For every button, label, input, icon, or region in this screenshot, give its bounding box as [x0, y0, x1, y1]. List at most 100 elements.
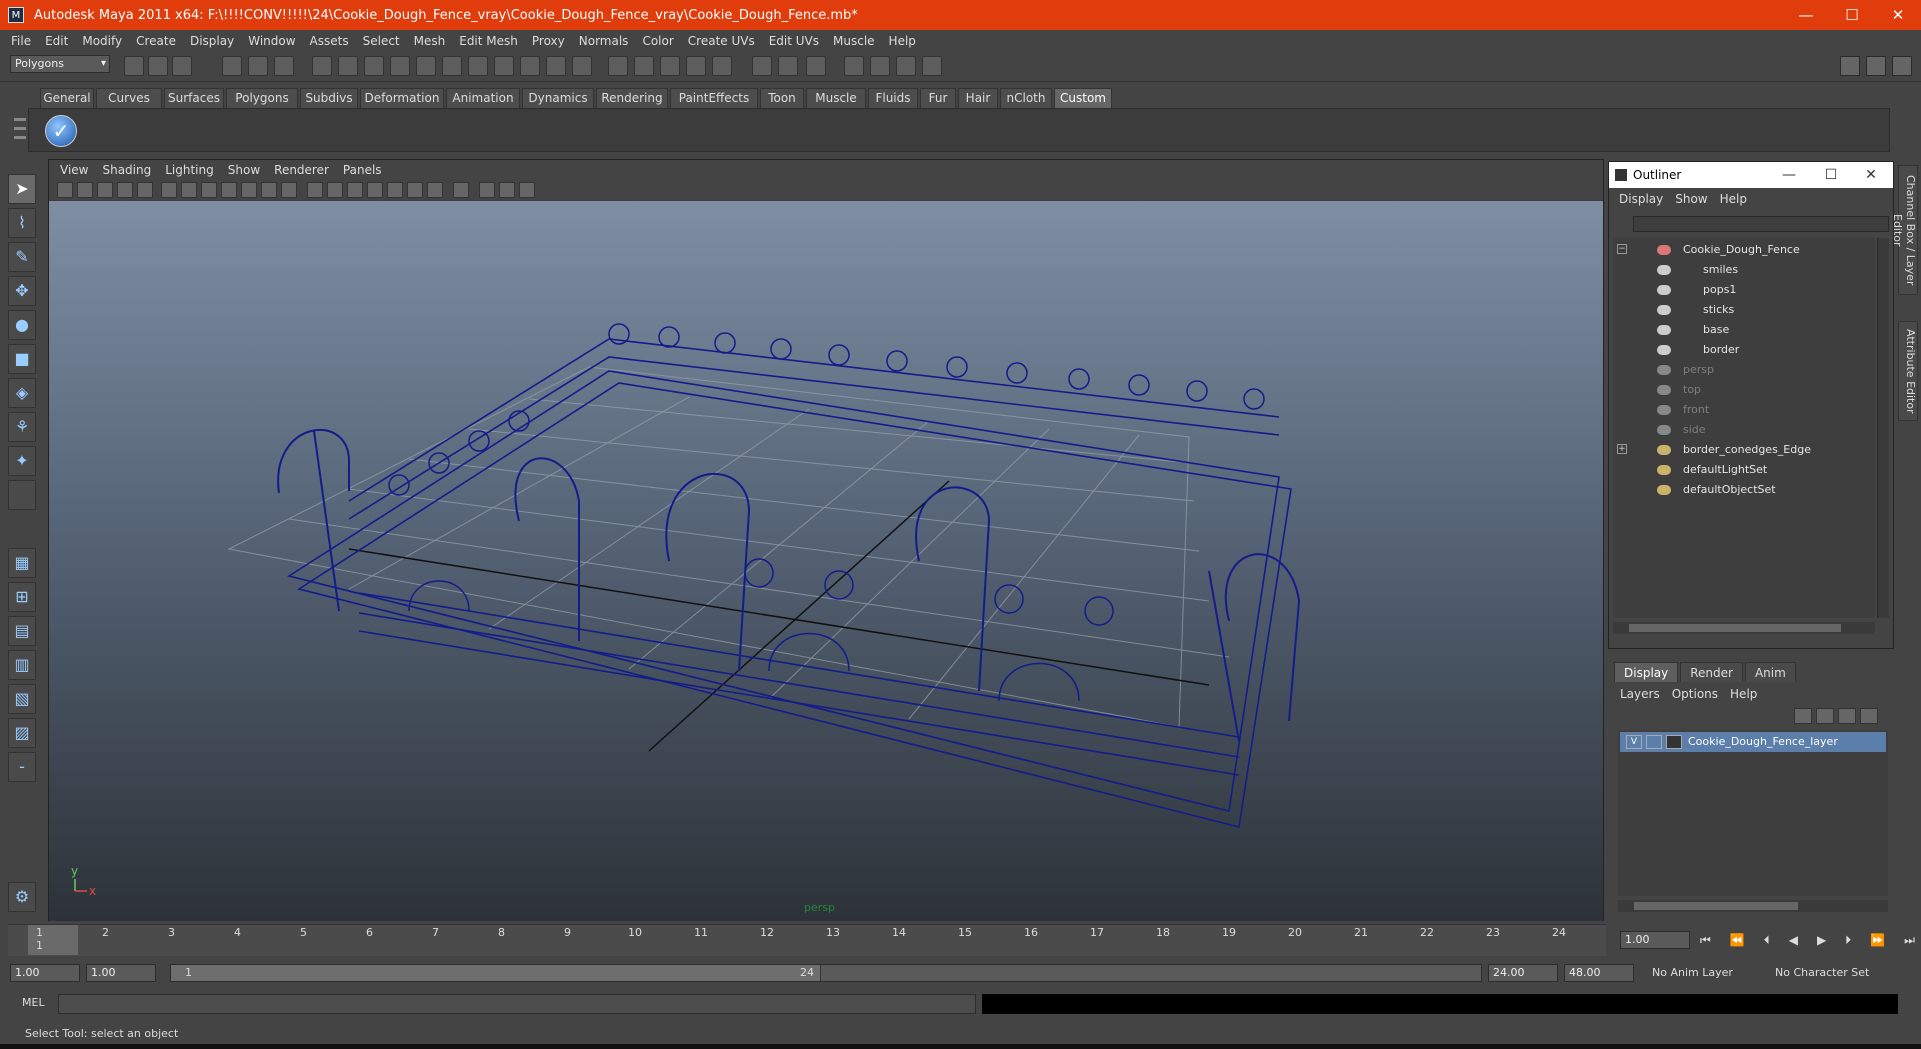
anim-layer-selector[interactable]: No Anim Layer	[1652, 964, 1733, 982]
viewport-menu-show[interactable]: Show	[221, 163, 267, 177]
show-channel-box-icon[interactable]	[1892, 56, 1912, 76]
menu-mesh[interactable]: Mesh	[407, 34, 453, 48]
menu-create[interactable]: Create	[129, 34, 183, 48]
save-scene-icon[interactable]	[172, 56, 192, 76]
shelf-tab-subdivs[interactable]: Subdivs	[300, 88, 358, 108]
select-component-icon[interactable]	[274, 56, 294, 76]
time-slider[interactable]: 1 1 2 3 4 5 6 7 8 9 10 11 12 13 14 15 16…	[8, 924, 1606, 956]
step-back-key-icon[interactable]: ⏪	[1730, 933, 1745, 951]
menu-create-uvs[interactable]: Create UVs	[681, 34, 762, 48]
render-settings-icon[interactable]	[922, 56, 942, 76]
outliner-menu-show[interactable]: Show	[1669, 192, 1713, 206]
menu-set-select[interactable]: Polygons	[10, 55, 110, 73]
playback-start-field[interactable]: 1.00	[86, 964, 156, 982]
select-object-icon[interactable]	[248, 56, 268, 76]
viewport-menu-panels[interactable]: Panels	[336, 163, 389, 177]
shelf-tab-ncloth[interactable]: nCloth	[1000, 88, 1052, 108]
outliner-vertical-scrollbar[interactable]	[1877, 238, 1889, 618]
outliner-item[interactable]: persp	[1613, 360, 1875, 380]
shelf-tab-toon[interactable]: Toon	[760, 88, 804, 108]
film-gate-icon[interactable]	[181, 182, 197, 198]
menu-select[interactable]: Select	[356, 34, 407, 48]
construction-history-icon[interactable]	[806, 56, 826, 76]
viewport-menu-renderer[interactable]: Renderer	[267, 163, 336, 177]
play-forwards-icon[interactable]: ▶	[1817, 933, 1826, 951]
quick-layout-icon[interactable]: ⚙	[8, 882, 36, 912]
rotate-tool-icon[interactable]: ●	[8, 310, 36, 340]
layer-visibility-toggle[interactable]: V	[1626, 735, 1642, 749]
wireframe-shading-icon[interactable]	[307, 182, 323, 198]
tab-channel-box-layer-editor[interactable]: Channel Box / Layer Editor	[1891, 165, 1918, 295]
image-plane-icon[interactable]	[117, 182, 133, 198]
show-attribute-editor-icon[interactable]	[1840, 56, 1860, 76]
outliner-item[interactable]: pops1	[1613, 280, 1875, 300]
outliner-item[interactable]: base	[1613, 320, 1875, 340]
last-tool-icon[interactable]	[8, 480, 36, 510]
step-forward-key-icon[interactable]: ⏩	[1870, 933, 1885, 951]
outliner-item[interactable]: border	[1613, 340, 1875, 360]
viewport-menu-shading[interactable]: Shading	[95, 163, 158, 177]
move-layer-up-icon[interactable]	[1794, 708, 1812, 724]
snap-curve-icon[interactable]	[634, 56, 654, 76]
outliner-minimize-button[interactable]: —	[1769, 162, 1809, 188]
resolution-gate-icon[interactable]	[201, 182, 217, 198]
layer-tab-render[interactable]: Render	[1680, 662, 1743, 682]
shelf-tab-hair[interactable]: Hair	[958, 88, 998, 108]
menu-assets[interactable]: Assets	[303, 34, 356, 48]
camera-select-icon[interactable]	[57, 182, 73, 198]
end-time-field[interactable]: 48.00	[1564, 964, 1634, 982]
render-current-icon[interactable]	[870, 56, 890, 76]
viewport-canvas[interactable]: y x persp	[49, 201, 1603, 921]
xray-icon[interactable]	[479, 182, 495, 198]
shelf-tab-painteffects[interactable]: PaintEffects	[670, 88, 758, 108]
camera-attributes-icon[interactable]	[77, 182, 93, 198]
persp-outliner-layout-icon[interactable]: ▤	[8, 616, 36, 646]
go-to-end-icon[interactable]: ⏭	[1904, 933, 1915, 951]
layer-row[interactable]: V Cookie_Dough_Fence_layer	[1620, 732, 1886, 752]
select-dynamics-icon[interactable]	[468, 56, 488, 76]
step-back-frame-icon[interactable]: ⏴	[1764, 933, 1770, 951]
layer-playback-toggle[interactable]	[1646, 735, 1662, 749]
outliner-item[interactable]: + border_conedges_Edge	[1613, 440, 1875, 460]
playback-end-field[interactable]: 24.00	[1488, 964, 1558, 982]
shelf-tab-muscle[interactable]: Muscle	[806, 88, 866, 108]
menu-muscle[interactable]: Muscle	[826, 34, 882, 48]
all-lights-icon[interactable]	[407, 182, 423, 198]
viewport-menu-view[interactable]: View	[53, 163, 95, 177]
shelf-tab-custom[interactable]: Custom	[1054, 88, 1112, 108]
bookmarks-icon[interactable]	[97, 182, 113, 198]
outliner-menu-display[interactable]: Display	[1613, 192, 1669, 206]
input-history-icon[interactable]	[752, 56, 772, 76]
single-pane-layout-icon[interactable]: ▦	[8, 548, 36, 578]
move-tool-icon[interactable]: ✥	[8, 276, 36, 306]
character-set-selector[interactable]: No Character Set	[1775, 964, 1869, 982]
menu-modify[interactable]: Modify	[75, 34, 129, 48]
make-live-icon[interactable]	[712, 56, 732, 76]
new-scene-icon[interactable]	[124, 56, 144, 76]
wireframe-on-shaded-icon[interactable]	[347, 182, 363, 198]
snap-view-plane-icon[interactable]	[686, 56, 706, 76]
outliner-item[interactable]: front	[1613, 400, 1875, 420]
shelf-tab-fluids[interactable]: Fluids	[868, 88, 918, 108]
paint-select-tool-icon[interactable]: ✎	[8, 242, 36, 272]
shelf-tab-surfaces[interactable]: Surfaces	[164, 88, 224, 108]
outliner-close-button[interactable]: ✕	[1851, 162, 1891, 188]
outliner-horizontal-scrollbar[interactable]	[1613, 622, 1875, 634]
shelf-tab-animation[interactable]: Animation	[446, 88, 520, 108]
menu-normals[interactable]: Normals	[572, 34, 636, 48]
mel-label[interactable]: MEL	[22, 996, 45, 1009]
shelf-menu-handle[interactable]	[14, 118, 28, 148]
default-lighting-icon[interactable]	[387, 182, 403, 198]
shelf-tab-polygons[interactable]: Polygons	[226, 88, 298, 108]
new-layer-from-selection-icon[interactable]	[1860, 708, 1878, 724]
select-hierarchy-icon[interactable]	[222, 56, 242, 76]
select-handles-icon[interactable]	[338, 56, 358, 76]
four-pane-layout-icon[interactable]: ⊞	[8, 582, 36, 612]
layout-options-icon[interactable]: -	[8, 752, 36, 782]
outliner-item[interactable]: side	[1613, 420, 1875, 440]
play-backwards-icon[interactable]: ◀	[1789, 933, 1798, 951]
collapse-icon[interactable]: −	[1617, 244, 1627, 254]
manipulator-tool-icon[interactable]: ◈	[8, 378, 36, 408]
mask-icon[interactable]	[312, 56, 332, 76]
snap-point-icon[interactable]	[660, 56, 680, 76]
